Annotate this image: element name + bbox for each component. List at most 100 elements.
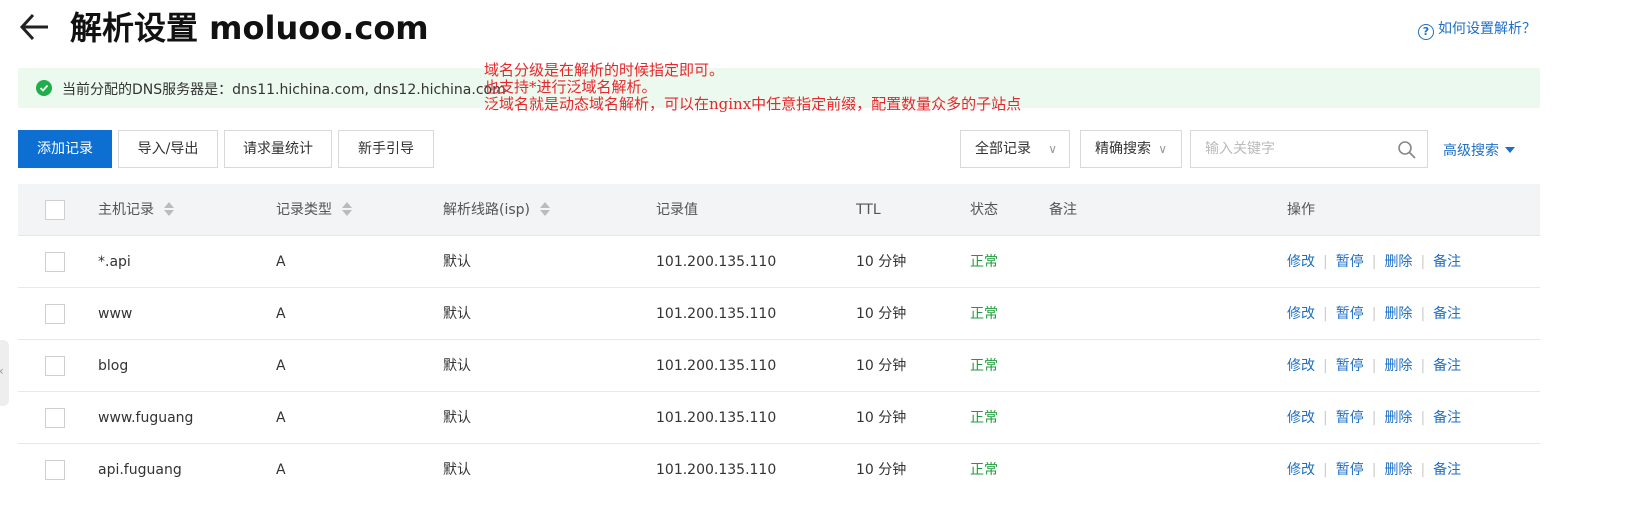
annotation-line: 泛域名就是动态域名解析，可以在nginx中任意指定前缀，配置数量众多的子站点 xyxy=(484,95,1022,113)
delete-link[interactable]: 删除 xyxy=(1384,306,1412,322)
row-checkbox[interactable] xyxy=(45,356,65,376)
edit-link[interactable]: 修改 xyxy=(1287,306,1315,322)
table-row: blog A 默认 101.200.135.110 10 分钟 正常 修改 | 暂停… xyxy=(18,340,1540,392)
advanced-search-label: 高级搜索 xyxy=(1443,143,1499,159)
separator: | xyxy=(1371,306,1377,322)
delete-link[interactable]: 删除 xyxy=(1384,254,1412,270)
pause-link[interactable]: 暂停 xyxy=(1336,358,1364,374)
row-actions: 修改 | 暂停 | 删除 | 备注 xyxy=(1287,444,1461,496)
line-cell: 默认 xyxy=(443,358,471,374)
pause-link[interactable]: 暂停 xyxy=(1336,462,1364,478)
guide-button[interactable]: 新手引导 xyxy=(338,130,434,168)
remark-link[interactable]: 备注 xyxy=(1433,254,1461,270)
host-cell: blog xyxy=(98,358,129,374)
table-header: 主机记录 记录类型 解析线路(isp) 记录值 TTL 状态 备注 操作 xyxy=(18,184,1540,236)
table-row: www A 默认 101.200.135.110 10 分钟 正常 修改 | 暂停 |… xyxy=(18,288,1540,340)
host-cell: *.api xyxy=(98,254,131,270)
separator: | xyxy=(1420,306,1426,322)
question-circle-icon: ? xyxy=(1418,24,1434,40)
host-cell: www xyxy=(98,306,133,322)
host-cell: api.fuguang xyxy=(98,462,182,478)
help-link[interactable]: ? 如何设置解析？ xyxy=(1418,18,1536,40)
row-checkbox[interactable] xyxy=(45,252,65,272)
row-actions: 修改 | 暂停 | 删除 | 备注 xyxy=(1287,288,1461,340)
row-checkbox[interactable] xyxy=(45,304,65,324)
status-cell: 正常 xyxy=(970,306,998,322)
page-header: 解析设置 moluoo.com ? 如何设置解析？ xyxy=(18,4,1618,52)
separator: | xyxy=(1420,410,1426,426)
annotation-note: 域名分级是在解析的时候指定即可。 也支持*进行泛域名解析。 泛域名就是动态域名解… xyxy=(484,62,1184,113)
ttl-cell: 10 分钟 xyxy=(856,254,907,270)
status-cell: 正常 xyxy=(970,462,998,478)
col-host: 主机记录 xyxy=(98,184,174,236)
remark-link[interactable]: 备注 xyxy=(1433,358,1461,374)
select-all-checkbox[interactable] xyxy=(45,200,65,220)
value-cell: 101.200.135.110 xyxy=(656,410,777,426)
separator: | xyxy=(1323,358,1328,374)
col-remark: 备注 xyxy=(1049,202,1077,218)
value-cell: 101.200.135.110 xyxy=(656,462,777,478)
chevron-down-icon: ∨ xyxy=(1048,142,1057,156)
search-box xyxy=(1190,130,1428,168)
type-cell: A xyxy=(276,254,286,270)
search-icon[interactable] xyxy=(1397,140,1417,160)
edit-link[interactable]: 修改 xyxy=(1287,462,1315,478)
separator: | xyxy=(1371,254,1377,270)
row-checkbox[interactable] xyxy=(45,460,65,480)
col-host-label: 主机记录 xyxy=(98,202,154,218)
record-filter-select[interactable]: 全部记录 ∨ xyxy=(960,130,1070,168)
help-link-label: 如何设置解析？ xyxy=(1438,21,1536,37)
remark-link[interactable]: 备注 xyxy=(1433,306,1461,322)
type-cell: A xyxy=(276,410,286,426)
arrow-left-icon xyxy=(19,13,48,41)
dns-records-table: 主机记录 记录类型 解析线路(isp) 记录值 TTL 状态 备注 操作 *.a… xyxy=(18,184,1540,496)
advanced-search-link[interactable]: 高级搜索 xyxy=(1443,140,1515,160)
table-row: api.fuguang A 默认 101.200.135.110 10 分钟 正… xyxy=(18,444,1540,496)
back-button[interactable] xyxy=(18,10,52,44)
pause-link[interactable]: 暂停 xyxy=(1336,254,1364,270)
check-circle-icon xyxy=(36,80,52,96)
col-status: 状态 xyxy=(970,202,998,218)
col-actions: 操作 xyxy=(1287,202,1315,218)
delete-link[interactable]: 删除 xyxy=(1384,462,1412,478)
edit-link[interactable]: 修改 xyxy=(1287,358,1315,374)
add-record-button[interactable]: 添加记录 xyxy=(18,130,112,168)
ttl-cell: 10 分钟 xyxy=(856,462,907,478)
side-collapse-tab[interactable]: ‹ xyxy=(0,340,9,406)
line-cell: 默认 xyxy=(443,254,471,270)
row-checkbox[interactable] xyxy=(45,408,65,428)
col-ttl: TTL xyxy=(856,202,881,218)
type-cell: A xyxy=(276,462,286,478)
chevron-down-icon: ∨ xyxy=(1158,142,1167,156)
ttl-cell: 10 分钟 xyxy=(856,306,907,322)
remark-link[interactable]: 备注 xyxy=(1433,462,1461,478)
table-row: www.fuguang A 默认 101.200.135.110 10 分钟 正… xyxy=(18,392,1540,444)
edit-link[interactable]: 修改 xyxy=(1287,410,1315,426)
value-cell: 101.200.135.110 xyxy=(656,358,777,374)
host-cell: www.fuguang xyxy=(98,410,194,426)
sort-icon[interactable] xyxy=(342,201,352,217)
sort-icon[interactable] xyxy=(540,201,550,217)
delete-link[interactable]: 删除 xyxy=(1384,358,1412,374)
delete-link[interactable]: 删除 xyxy=(1384,410,1412,426)
remark-link[interactable]: 备注 xyxy=(1433,410,1461,426)
pause-link[interactable]: 暂停 xyxy=(1336,410,1364,426)
import-export-button[interactable]: 导入/导出 xyxy=(118,130,218,168)
sort-icon[interactable] xyxy=(164,201,174,217)
edit-link[interactable]: 修改 xyxy=(1287,254,1315,270)
dns-settings-page: 解析设置 moluoo.com ? 如何设置解析？ 当前分配的DNS服务器是：dn… xyxy=(0,0,1649,519)
search-input[interactable] xyxy=(1191,131,1387,167)
record-filter-label: 全部记录 xyxy=(975,141,1031,157)
col-type-label: 记录类型 xyxy=(276,202,332,218)
col-type: 记录类型 xyxy=(276,184,352,236)
separator: | xyxy=(1420,358,1426,374)
col-line-label: 解析线路(isp) xyxy=(443,202,530,218)
request-stats-button[interactable]: 请求量统计 xyxy=(224,130,332,168)
col-line: 解析线路(isp) xyxy=(443,184,550,236)
type-cell: A xyxy=(276,306,286,322)
line-cell: 默认 xyxy=(443,462,471,478)
chevron-left-icon: ‹ xyxy=(0,364,4,378)
match-mode-select[interactable]: 精确搜索 ∨ xyxy=(1080,130,1182,168)
pause-link[interactable]: 暂停 xyxy=(1336,306,1364,322)
status-cell: 正常 xyxy=(970,410,998,426)
